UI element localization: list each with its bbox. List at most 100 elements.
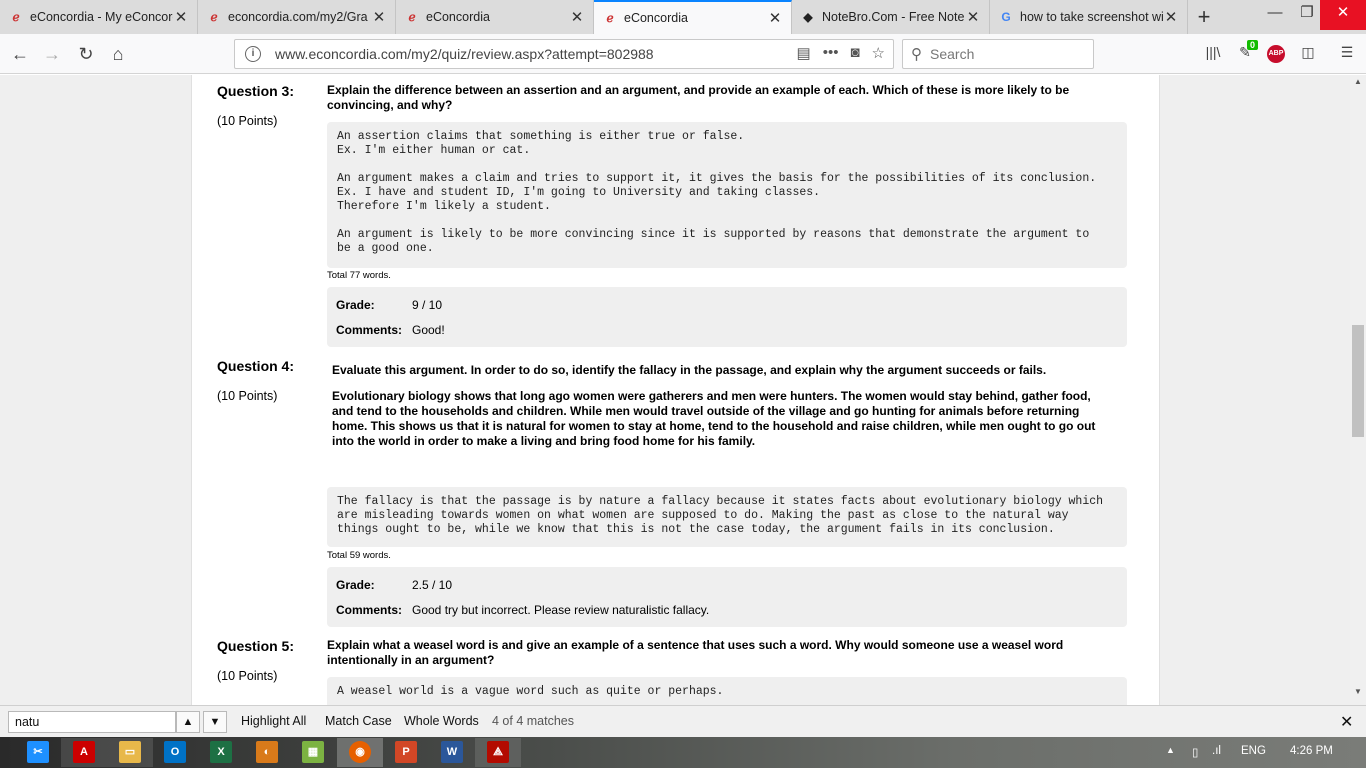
econcordia-icon: ℯ	[12, 10, 20, 24]
site-info-icon[interactable]: i	[245, 46, 261, 62]
tab-google-screenshot[interactable]: G how to take screenshot wi ✕	[990, 0, 1188, 34]
question-label: Question 4:	[217, 358, 295, 374]
vertical-scrollbar[interactable]: ▲ ▼	[1350, 75, 1366, 705]
firefox-icon[interactable]: ◉	[349, 741, 371, 763]
acrobat-reader-icon[interactable]: ⟁	[487, 741, 509, 763]
close-icon[interactable]: ✕	[965, 8, 981, 26]
tab-strip: ℯ eConcordia - My eConcordia ✕ ℯ econcor…	[0, 0, 1366, 34]
econcordia-icon: ℯ	[210, 10, 218, 24]
tab-econcordia-3[interactable]: ℯ eConcordia ✕	[396, 0, 594, 34]
tab-title: NoteBro.Com - Free Note	[822, 10, 965, 24]
clock[interactable]: 4:26 PM	[1290, 745, 1333, 757]
tab-title: eConcordia - My eConcordia	[30, 10, 173, 24]
reload-icon[interactable]: ↻	[72, 40, 100, 68]
comments-label: Comments:	[336, 603, 403, 617]
page-viewport: Question 3: (10 Points) Explain the diff…	[0, 75, 1350, 705]
highlight-all-toggle[interactable]: Highlight All	[241, 714, 306, 728]
comments-value: Good!	[412, 323, 445, 337]
url-text: www.econcordia.com/my2/quiz/review.aspx?…	[275, 46, 654, 62]
quiz-review-page: Question 3: (10 Points) Explain the diff…	[191, 75, 1160, 705]
question-label: Question 3:	[217, 83, 295, 99]
reader-view-icon[interactable]: ▤	[797, 44, 811, 62]
new-tab-button[interactable]: +	[1192, 4, 1216, 30]
tray-chevron-icon[interactable]: ▲	[1166, 745, 1175, 755]
find-input[interactable]: natu	[8, 711, 176, 733]
word-count: Total 77 words.	[327, 270, 391, 281]
forward-icon[interactable]: →	[38, 40, 66, 68]
home-icon[interactable]: ⌂	[104, 40, 132, 68]
addon-badge: 0	[1247, 40, 1259, 50]
question-points: (10 Points)	[217, 669, 278, 683]
paint-icon[interactable]: ◐	[256, 741, 278, 763]
answer-box: An assertion claims that something is ei…	[327, 122, 1127, 268]
grade-box: Grade: 2.5 / 10 Comments: Good try but i…	[327, 567, 1127, 627]
excel-icon[interactable]: X	[210, 741, 232, 763]
tab-econcordia-my[interactable]: ℯ eConcordia - My eConcordia ✕	[0, 0, 198, 34]
file-explorer-icon[interactable]: ▭	[119, 741, 141, 763]
grade-value: 2.5 / 10	[412, 578, 453, 592]
tab-econcordia-grades[interactable]: ℯ econcordia.com/my2/Gra ✕	[198, 0, 396, 34]
window-close-button[interactable]: ✕	[1320, 0, 1366, 30]
find-next-icon[interactable]: ▼	[203, 711, 227, 733]
question-prompt: Evaluate this argument. In order to do s…	[332, 363, 1047, 377]
close-icon[interactable]: ✕	[767, 9, 783, 27]
library-icon[interactable]: |||\	[1202, 44, 1224, 64]
back-icon[interactable]: ←	[6, 40, 34, 68]
battery-icon[interactable]: ▯	[1192, 745, 1198, 759]
tab-title: econcordia.com/my2/Gra	[228, 10, 368, 24]
adblock-plus-icon[interactable]: ABP	[1267, 45, 1285, 63]
acrobat-icon[interactable]: A	[73, 741, 95, 763]
pocket-icon[interactable]: ◙	[850, 44, 859, 62]
scrollbar-thumb[interactable]	[1352, 325, 1364, 437]
close-icon[interactable]: ✕	[569, 8, 585, 26]
tab-title: eConcordia	[426, 10, 490, 24]
sidebar-icon[interactable]: ◫	[1297, 44, 1319, 64]
notebro-icon: ◆	[803, 10, 813, 24]
menu-icon[interactable]: ☰	[1336, 44, 1358, 64]
econcordia-icon: ℯ	[606, 11, 614, 25]
tab-econcordia-active[interactable]: ℯ eConcordia ✕	[594, 0, 792, 34]
network-icon[interactable]: .ıl	[1212, 745, 1221, 757]
search-icon: ⚲	[911, 46, 922, 63]
answer-box: The fallacy is that the passage is by na…	[327, 487, 1127, 547]
tab-notebro[interactable]: ◆ NoteBro.Com - Free Note ✕	[792, 0, 990, 34]
close-icon[interactable]: ✕	[173, 8, 189, 26]
question-points: (10 Points)	[217, 389, 278, 403]
powerpoint-icon[interactable]: P	[395, 741, 417, 763]
comments-value: Good try but incorrect. Please review na…	[412, 603, 710, 617]
word-icon[interactable]: W	[441, 741, 463, 763]
question-points: (10 Points)	[217, 114, 278, 128]
tab-title: how to take screenshot wi	[1020, 10, 1163, 24]
sticky-notes-icon[interactable]: ▦	[302, 741, 324, 763]
scroll-up-icon[interactable]: ▲	[1350, 77, 1366, 91]
search-placeholder: Search	[930, 46, 975, 62]
find-status: 4 of 4 matches	[492, 714, 574, 728]
whole-words-toggle[interactable]: Whole Words	[404, 714, 479, 728]
bookmark-star-icon[interactable]: ☆	[872, 44, 885, 62]
close-icon[interactable]: ✕	[371, 8, 387, 26]
find-previous-icon[interactable]: ▲	[176, 711, 200, 733]
grade-label: Grade:	[336, 298, 375, 312]
match-case-toggle[interactable]: Match Case	[325, 714, 392, 728]
question-label: Question 5:	[217, 638, 295, 654]
search-input[interactable]: ⚲ Search	[902, 39, 1094, 69]
google-icon: G	[1001, 10, 1011, 24]
grade-box: Grade: 9 / 10 Comments: Good!	[327, 287, 1127, 347]
question-passage: Evolutionary biology shows that long ago…	[332, 389, 1096, 448]
navigation-toolbar: ← → ↻ ⌂ i www.econcordia.com/my2/quiz/re…	[0, 34, 1366, 74]
page-actions-icon[interactable]: •••	[823, 44, 839, 62]
question-prompt: Explain the difference between an assert…	[327, 83, 1070, 112]
grade-label: Grade:	[336, 578, 375, 592]
find-bar: natu ▲ ▼ Highlight All Match Case Whole …	[0, 705, 1366, 737]
close-icon[interactable]: ✕	[1163, 8, 1179, 26]
snipping-tool-icon[interactable]: ✂	[27, 741, 49, 763]
language-indicator[interactable]: ENG	[1241, 745, 1266, 757]
address-bar[interactable]: i www.econcordia.com/my2/quiz/review.asp…	[234, 39, 894, 69]
find-close-icon[interactable]: ✕	[1340, 712, 1353, 732]
question-prompt: Explain what a weasel word is and give a…	[327, 638, 1064, 667]
tab-title: eConcordia	[624, 11, 688, 25]
outlook-icon[interactable]: O	[164, 741, 186, 763]
scroll-down-icon[interactable]: ▼	[1350, 687, 1366, 701]
econcordia-icon: ℯ	[408, 10, 416, 24]
word-count: Total 59 words.	[327, 550, 391, 561]
